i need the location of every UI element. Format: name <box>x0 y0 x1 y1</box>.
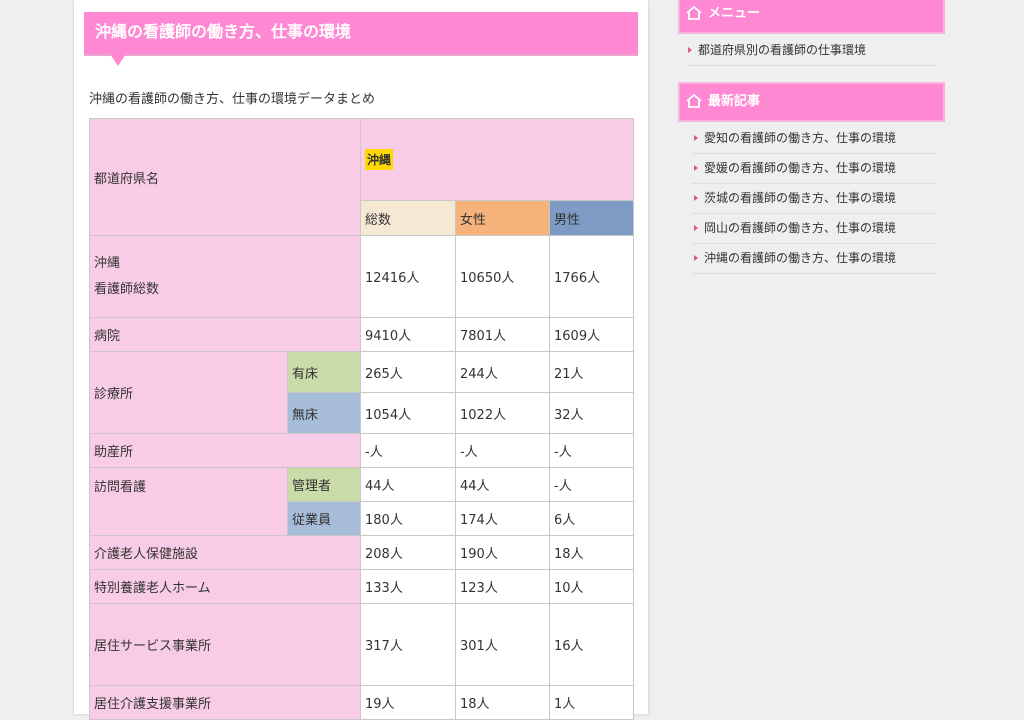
cell-visiting-manager-male: -人 <box>549 467 634 502</box>
triangle-bullet-icon <box>694 195 698 201</box>
title-pointer <box>110 54 126 66</box>
recent-article-link[interactable]: 愛媛の看護師の働き方、仕事の環境 <box>692 154 936 184</box>
row-label-hospital: 病院 <box>89 317 361 352</box>
cell-hospital-male: 1609人 <box>549 317 634 352</box>
triangle-bullet-icon <box>694 255 698 261</box>
sidebar-menu-item[interactable]: 都道府県別の看護師の仕事環境 <box>686 36 936 66</box>
cell-all-male: 1766人 <box>549 235 634 318</box>
sidebar-menu-list: 都道府県別の看護師の仕事環境 <box>686 36 936 66</box>
cell-hospital-female: 7801人 <box>455 317 550 352</box>
sidebar-menu-item-label: 都道府県別の看護師の仕事環境 <box>698 43 867 57</box>
col-header-total: 総数 <box>360 200 456 236</box>
row-label-all-text: 沖縄 看護師総数 <box>94 255 160 297</box>
pref-name-badge: 沖縄 <box>365 149 394 170</box>
recent-article-link[interactable]: 沖縄の看護師の働き方、仕事の環境 <box>692 244 936 274</box>
row-label-visiting: 訪問看護 <box>89 467 288 536</box>
col-header-female: 女性 <box>455 200 550 236</box>
cell-all-total: 12416人 <box>360 235 456 318</box>
row-sublabel-visiting-manager: 管理者 <box>287 467 361 502</box>
row-label-elderly-health: 介護老人保健施設 <box>89 535 361 570</box>
cell-special-nursing-total: 133人 <box>360 569 456 604</box>
cell-clinic-nobeds-male: 32人 <box>549 392 634 434</box>
row-label-all: 沖縄 看護師総数 <box>89 235 361 318</box>
cell-clinic-beds-total: 265人 <box>360 351 456 393</box>
row-sublabel-clinic-beds: 有床 <box>287 351 361 393</box>
cell-visiting-manager-female: 44人 <box>455 467 550 502</box>
recent-article-link[interactable]: 岡山の看護師の働き方、仕事の環境 <box>692 214 936 244</box>
cell-care-support-female: 18人 <box>455 685 550 720</box>
row-sublabel-clinic-nobeds: 無床 <box>287 392 361 434</box>
sidebar-menu-title: メニュー <box>708 6 761 21</box>
recent-article-label: 岡山の看護師の働き方、仕事の環境 <box>704 221 897 235</box>
cell-clinic-nobeds-total: 1054人 <box>360 392 456 434</box>
pref-name-cell: 沖縄 <box>360 118 634 201</box>
cell-all-female: 10650人 <box>455 235 550 318</box>
triangle-bullet-icon <box>694 225 698 231</box>
sidebar-menu-heading: メニュー <box>678 0 945 34</box>
row-label-care-support: 居住介護支援事業所 <box>89 685 361 720</box>
cell-care-support-total: 19人 <box>360 685 456 720</box>
cell-special-nursing-female: 123人 <box>455 569 550 604</box>
cell-elderly-health-female: 190人 <box>455 535 550 570</box>
article-subtitle: 沖縄の看護師の働き方、仕事の環境データまとめ <box>89 92 376 107</box>
cell-midwife-total: -人 <box>360 433 456 468</box>
house-icon <box>686 94 702 108</box>
cell-special-nursing-male: 10人 <box>549 569 634 604</box>
row-sublabel-visiting-staff: 従業員 <box>287 501 361 536</box>
main-content: 沖縄の看護師の働き方、仕事の環境 沖縄の看護師の働き方、仕事の環境データまとめ … <box>74 0 648 720</box>
cell-visiting-staff-total: 180人 <box>360 501 456 536</box>
house-icon <box>686 6 702 20</box>
cell-elderly-health-male: 18人 <box>549 535 634 570</box>
pref-header-cell: 都道府県名 <box>89 118 361 236</box>
cell-home-service-female: 301人 <box>455 603 550 686</box>
recent-article-label: 愛媛の看護師の働き方、仕事の環境 <box>704 161 897 175</box>
cell-visiting-staff-male: 6人 <box>549 501 634 536</box>
cell-home-service-male: 16人 <box>549 603 634 686</box>
recent-article-label: 愛知の看護師の働き方、仕事の環境 <box>704 131 897 145</box>
row-label-midwife: 助産所 <box>89 433 361 468</box>
cell-hospital-total: 9410人 <box>360 317 456 352</box>
recent-article-label: 沖縄の看護師の働き方、仕事の環境 <box>704 251 897 265</box>
triangle-bullet-icon <box>694 135 698 141</box>
nurse-data-table: 都道府県名 沖縄 総数 女性 男性 沖縄 看護師総数 12416人 10650人… <box>89 118 634 720</box>
recent-article-link[interactable]: 茨城の看護師の働き方、仕事の環境 <box>692 184 936 214</box>
cell-elderly-health-total: 208人 <box>360 535 456 570</box>
triangle-bullet-icon <box>688 47 692 53</box>
cell-clinic-nobeds-female: 1022人 <box>455 392 550 434</box>
cell-home-service-total: 317人 <box>360 603 456 686</box>
sidebar-recent-heading: 最新記事 <box>678 82 945 122</box>
cell-visiting-staff-female: 174人 <box>455 501 550 536</box>
cell-midwife-male: -人 <box>549 433 634 468</box>
recent-article-label: 茨城の看護師の働き方、仕事の環境 <box>704 191 897 205</box>
recent-article-link[interactable]: 愛知の看護師の働き方、仕事の環境 <box>692 124 936 154</box>
pref-header: 都道府県名 <box>94 171 160 187</box>
row-label-special-nursing: 特別養護老人ホーム <box>89 569 361 604</box>
cell-care-support-male: 1人 <box>549 685 634 720</box>
cell-clinic-beds-female: 244人 <box>455 351 550 393</box>
article-title: 沖縄の看護師の働き方、仕事の環境 <box>84 12 638 54</box>
col-header-male: 男性 <box>549 200 634 236</box>
cell-clinic-beds-male: 21人 <box>549 351 634 393</box>
sidebar-recent-list: 愛知の看護師の働き方、仕事の環境 愛媛の看護師の働き方、仕事の環境 茨城の看護師… <box>692 124 936 274</box>
triangle-bullet-icon <box>694 165 698 171</box>
cell-visiting-manager-total: 44人 <box>360 467 456 502</box>
row-label-home-service: 居住サービス事業所 <box>89 603 361 686</box>
row-label-clinic: 診療所 <box>89 351 288 434</box>
cell-midwife-female: -人 <box>455 433 550 468</box>
sidebar-recent-title: 最新記事 <box>708 94 761 109</box>
